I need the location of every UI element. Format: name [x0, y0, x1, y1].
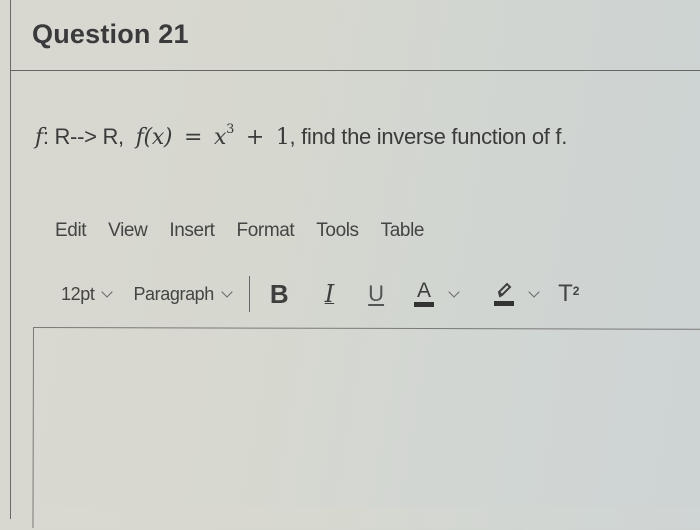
text-color-swatch — [414, 302, 435, 307]
font-size-value: 12pt — [61, 283, 95, 304]
answer-editor-area[interactable] — [32, 327, 700, 530]
question-title: Question 21 — [32, 19, 189, 49]
menu-edit[interactable]: Edit — [55, 220, 87, 242]
highlight-color-swatch — [494, 301, 515, 306]
text-color-letter: A — [417, 279, 432, 302]
font-size-dropdown[interactable]: 12pt — [61, 283, 114, 305]
math-f-of-x: f(x) — [135, 125, 173, 150]
toolbar-divider — [248, 276, 250, 312]
block-format-value: Paragraph — [133, 283, 214, 304]
math-x: x — [213, 125, 227, 150]
highlight-color-button[interactable] — [494, 282, 515, 306]
math-mapping: : R--> R, — [42, 124, 124, 149]
menu-format[interactable]: Format — [237, 220, 295, 242]
superscript-exp: 2 — [572, 284, 580, 298]
text-color-button[interactable]: A — [414, 279, 435, 307]
chevron-down-icon — [101, 285, 114, 298]
editor-menubar: Edit View Insert Format Tools Table — [55, 220, 446, 242]
bold-button[interactable]: B — [270, 279, 289, 310]
menu-view[interactable]: View — [108, 220, 148, 242]
menu-insert[interactable]: Insert — [169, 220, 215, 242]
superscript-letter: T — [558, 280, 573, 307]
menu-tools[interactable]: Tools — [316, 220, 359, 242]
text-color-chevron-down-icon[interactable] — [448, 285, 460, 298]
question-text: f: R--> R, f(x) = x3 + 1, find the inver… — [35, 122, 568, 150]
math-plus: + — [245, 125, 265, 150]
text-color-icon: A — [414, 279, 435, 307]
block-format-dropdown[interactable]: Paragraph — [133, 283, 233, 305]
italic-button[interactable]: I — [325, 280, 334, 308]
math-exponent: 3 — [226, 122, 235, 137]
question-rest-text: , find the inverse function of f. — [289, 124, 568, 149]
underline-button[interactable]: U — [368, 281, 384, 307]
highlight-chevron-down-icon[interactable] — [528, 285, 540, 298]
superscript-button[interactable]: T2 — [558, 280, 579, 308]
math-one: 1 — [275, 125, 290, 150]
menu-table[interactable]: Table — [381, 220, 425, 242]
editor-toolbar: 12pt Paragraph B I U A T 2 — [61, 276, 579, 312]
question-header: Question 21 — [11, 0, 700, 71]
chevron-down-icon — [221, 285, 233, 298]
highlighter-icon — [494, 282, 515, 306]
math-equals: = — [184, 125, 203, 150]
math-f: f — [35, 125, 43, 150]
